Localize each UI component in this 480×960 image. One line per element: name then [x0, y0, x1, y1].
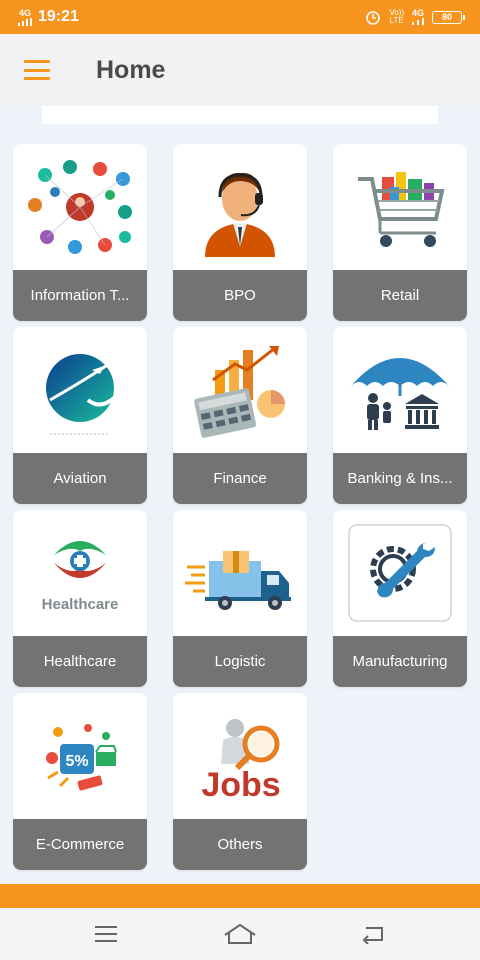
category-label: Others [173, 819, 307, 870]
category-label-text: Healthcare [43, 653, 117, 670]
category-label-text: Manufacturing [352, 653, 448, 670]
network-right-label: 4G [411, 8, 424, 18]
page-title: Home [96, 55, 166, 84]
category-label-text: BPO [224, 287, 256, 304]
category-label: Manufacturing [333, 636, 467, 687]
home-button[interactable] [220, 914, 260, 954]
category-label-text: Aviation [53, 470, 107, 487]
category-label: Logistic [173, 636, 307, 687]
home-nav-icon [224, 923, 256, 944]
jobs-logo-text: Jobs [201, 766, 280, 804]
battery-level: 80 [441, 12, 452, 22]
category-card-retail[interactable]: Retail [333, 144, 467, 321]
menu-line [24, 60, 50, 63]
calculator-chart-icon [173, 327, 307, 453]
system-nav-bar [0, 908, 480, 960]
banner-strip [42, 106, 438, 124]
status-bar: 4G 19:21 Vo)) LTE 4G 80 [0, 0, 480, 34]
category-card-logistic[interactable]: Logistic [173, 510, 307, 687]
category-label-text: Others [217, 836, 263, 853]
ecommerce-sale-icon: 5% [13, 693, 147, 819]
category-label-text: E-Commerce [35, 836, 125, 853]
clock: 19:21 [38, 8, 79, 25]
signal-right-icon: 4G [411, 8, 424, 25]
category-label: Aviation [13, 453, 147, 504]
volte-icon: Vo)) LTE [389, 8, 404, 25]
category-label-text: Information T... [30, 287, 130, 304]
category-card-information-technology[interactable]: Information T... [13, 144, 147, 321]
hamburger-menu-button[interactable] [24, 60, 50, 80]
healthcare-logo-icon: Healthcare [13, 510, 147, 636]
category-card-healthcare[interactable]: Healthcare Healthcare [13, 510, 147, 687]
category-label: BPO [173, 270, 307, 321]
category-label: Finance [173, 453, 307, 504]
category-label-text: Logistic [214, 653, 266, 670]
menu-line [24, 68, 50, 72]
category-card-banking-insurance[interactable]: Banking & Ins... [333, 327, 467, 504]
menu-line [24, 77, 50, 80]
people-network-icon [13, 144, 147, 270]
status-right: Vo)) LTE 4G 80 [365, 8, 465, 25]
sale-badge-text: 5% [65, 753, 88, 770]
network-type-label: 4G [18, 7, 31, 18]
back-nav-icon [362, 927, 384, 944]
app-bar: Home [0, 34, 480, 106]
call-center-agent-icon [173, 144, 307, 270]
category-card-bpo[interactable]: BPO [173, 144, 307, 321]
category-card-manufacturing[interactable]: Manufacturing [333, 510, 467, 687]
shopping-cart-icon [333, 144, 467, 270]
category-label: Information T... [13, 270, 147, 321]
category-card-others[interactable]: Jobs Others [173, 693, 307, 870]
category-label: Healthcare [13, 636, 147, 687]
category-card-ecommerce[interactable]: 5% E-Commerce [13, 693, 147, 870]
menu-nav-icon [94, 926, 117, 942]
category-card-aviation[interactable]: Aviation [13, 327, 147, 504]
gear-wrench-icon [333, 510, 467, 636]
umbrella-bank-icon [333, 327, 467, 453]
back-button[interactable] [353, 914, 393, 954]
category-label: Banking & Ins... [333, 453, 467, 504]
delivery-truck-icon [173, 510, 307, 636]
bottom-accent-bar [0, 884, 480, 908]
category-card-finance[interactable]: Finance [173, 327, 307, 504]
category-label: Retail [333, 270, 467, 321]
status-left: 4G 19:21 [18, 8, 79, 26]
svg-text:Healthcare: Healthcare [42, 596, 119, 613]
category-label-text: Retail [380, 287, 420, 304]
category-label-text: Banking & Ins... [347, 470, 453, 487]
jobs-magnifier-icon: Jobs [173, 693, 307, 819]
battery-icon: 80 [432, 10, 465, 24]
category-label: E-Commerce [13, 819, 147, 870]
alarm-icon [366, 11, 381, 25]
category-label-text: Finance [213, 470, 267, 487]
recent-apps-button[interactable] [87, 914, 127, 954]
signal-icon: 4G [18, 7, 32, 26]
airplane-globe-icon [13, 327, 147, 453]
